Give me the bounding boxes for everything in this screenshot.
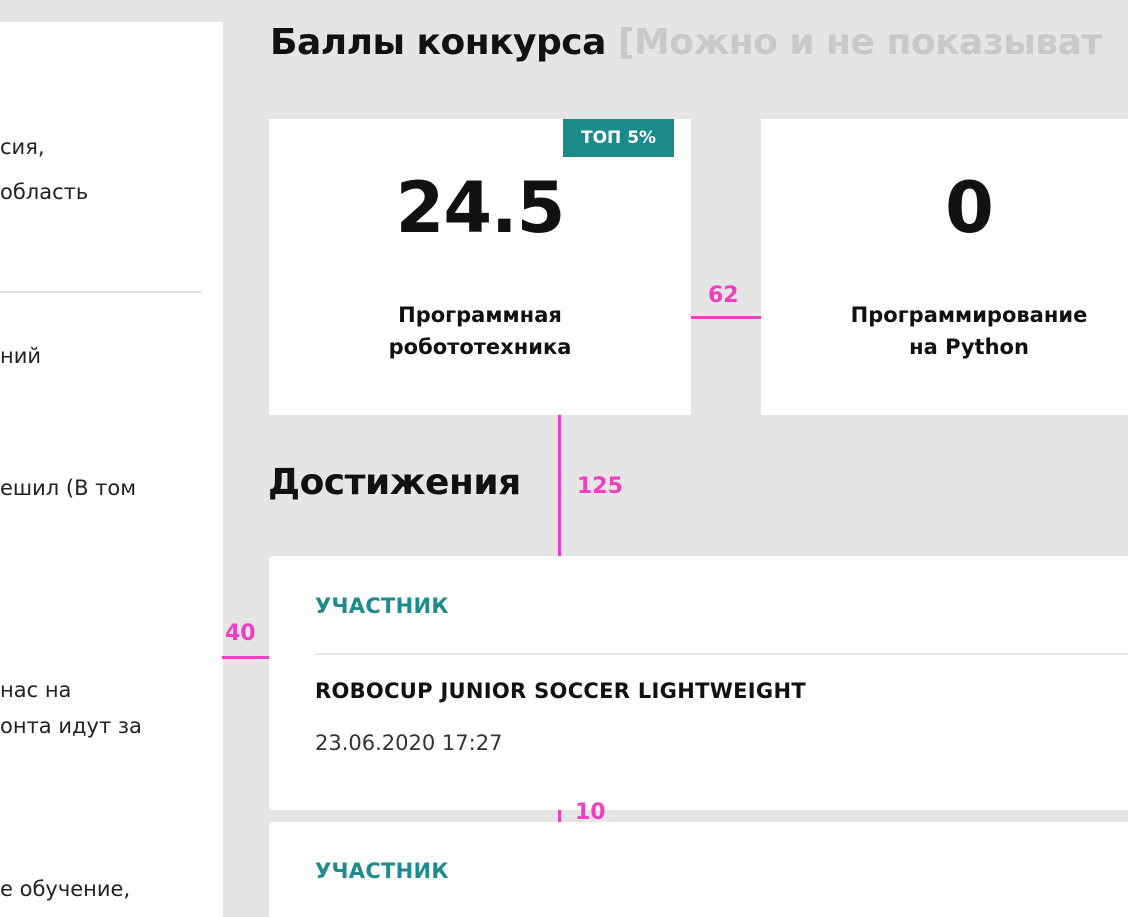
- spacing-label-section-gap: 125: [577, 474, 623, 499]
- spacing-line-card-gap: [691, 316, 761, 319]
- achievement-card[interactable]: УЧАСТНИК ROBOCUP JUNIOR SOCCER LIGHTWEIG…: [269, 556, 1128, 810]
- sidebar-text-line: область: [0, 180, 89, 204]
- achievement-name: ROBOCUP JUNIOR SOCCER LIGHTWEIGHT: [315, 679, 806, 703]
- score-value: 24.5: [395, 167, 566, 249]
- spacing-line-left-gap: [222, 656, 269, 659]
- achievement-status: УЧАСТНИК: [315, 859, 449, 883]
- spacing-label-item-gap: 10: [575, 800, 606, 825]
- score-value: 0: [945, 167, 994, 249]
- sidebar-text-line: нас на: [0, 678, 72, 702]
- achievement-divider: [315, 653, 1128, 655]
- sidebar-text-line: сия,: [0, 135, 45, 159]
- scores-title: Баллы конкурса [Можно и не показыват: [270, 22, 1102, 63]
- score-label-line: робототехника: [388, 335, 572, 359]
- score-label-line: Программная: [398, 303, 562, 327]
- scores-title-note: [Можно и не показыват: [617, 22, 1102, 63]
- score-label-line: на Python: [909, 335, 1029, 359]
- top-rank-badge: ТОП 5%: [563, 119, 675, 157]
- spacing-label-card-gap: 62: [708, 283, 739, 308]
- achievement-status: УЧАСТНИК: [315, 594, 449, 618]
- spacing-label-left-gap: 40: [225, 621, 256, 646]
- score-card-python[interactable]: 0 Программирование на Python: [761, 119, 1128, 415]
- spacing-line-item-gap: [558, 810, 561, 822]
- sidebar-text-line: е обучение,: [0, 877, 131, 901]
- profile-sidebar: сия, область ний ешил (В том нас на онта…: [0, 22, 223, 917]
- score-label: Программная робототехника: [269, 299, 691, 363]
- sidebar-text-line: ний: [0, 344, 42, 368]
- sidebar-text-line: ешил (В том: [0, 476, 137, 500]
- sidebar-divider: [0, 291, 201, 293]
- sidebar-text-line: онта идут за: [0, 714, 142, 738]
- achievements-title: Достижения: [268, 462, 521, 503]
- scores-title-text: Баллы конкурса: [270, 22, 606, 63]
- achievement-card[interactable]: УЧАСТНИК: [269, 822, 1128, 917]
- score-card-robotics[interactable]: ТОП 5% 24.5 Программная робототехника: [269, 119, 691, 415]
- score-label-line: Программирование: [850, 303, 1088, 327]
- spacing-line-section-gap: [558, 415, 561, 556]
- achievement-date: 23.06.2020 17:27: [315, 731, 503, 755]
- score-label: Программирование на Python: [757, 299, 1128, 363]
